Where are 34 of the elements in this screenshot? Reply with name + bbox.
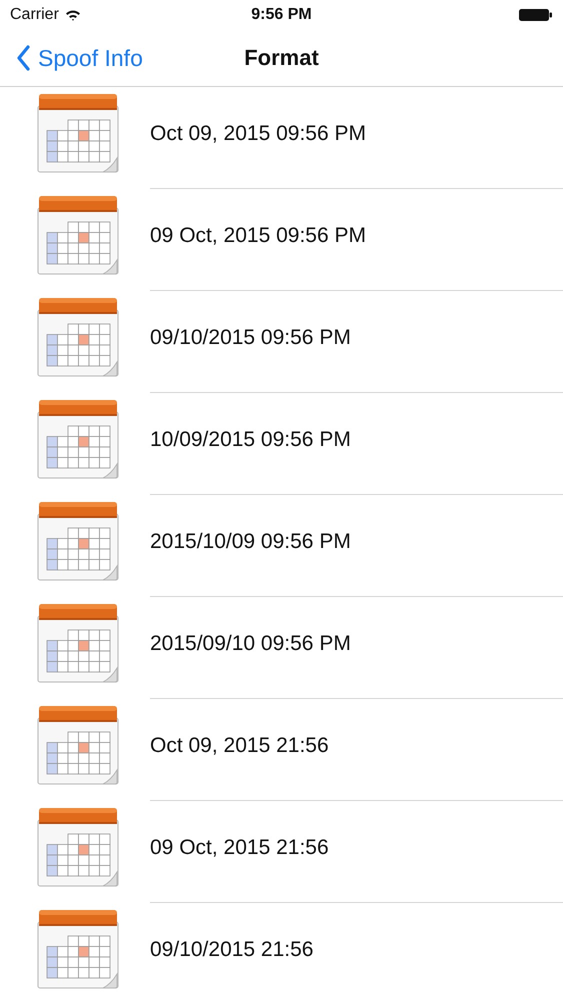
calendar-icon — [37, 194, 119, 276]
list-item[interactable]: 09/10/2015 09:56 PM — [0, 291, 563, 393]
list-item[interactable]: 10/09/2015 09:56 PM — [0, 393, 563, 495]
list-item[interactable]: 09 Oct, 2015 09:56 PM — [0, 189, 563, 291]
calendar-icon — [37, 704, 119, 786]
date-format-label: 2015/10/09 09:56 PM — [150, 530, 351, 554]
chevron-left-icon — [16, 45, 30, 71]
calendar-icon — [37, 908, 119, 990]
calendar-icon — [37, 806, 119, 888]
date-format-label: 09/10/2015 21:56 — [150, 938, 314, 962]
date-format-label: Oct 09, 2015 21:56 — [150, 734, 329, 758]
list-item[interactable]: 09/10/2015 21:56 — [0, 903, 563, 1000]
calendar-icon — [37, 398, 119, 480]
list-item[interactable]: 2015/10/09 09:56 PM — [0, 495, 563, 597]
date-format-label: 2015/09/10 09:56 PM — [150, 632, 351, 656]
status-time: 9:56 PM — [251, 6, 312, 24]
calendar-icon — [37, 500, 119, 582]
list-item[interactable]: 2015/09/10 09:56 PM — [0, 597, 563, 699]
list-item[interactable]: Oct 09, 2015 21:56 — [0, 699, 563, 801]
date-format-label: Oct 09, 2015 09:56 PM — [150, 122, 366, 146]
calendar-icon — [37, 602, 119, 684]
date-format-label: 09 Oct, 2015 21:56 — [150, 836, 329, 860]
nav-title: Format — [244, 45, 319, 71]
date-format-label: 09/10/2015 09:56 PM — [150, 326, 351, 350]
battery-icon — [519, 8, 553, 22]
calendar-icon — [37, 92, 119, 174]
wifi-icon — [64, 9, 81, 21]
list-item[interactable]: 09 Oct, 2015 21:56 — [0, 801, 563, 903]
date-format-label: 09 Oct, 2015 09:56 PM — [150, 224, 366, 248]
list-item[interactable]: Oct 09, 2015 09:56 PM — [0, 87, 563, 189]
carrier-name: Carrier — [10, 6, 59, 24]
calendar-icon — [37, 296, 119, 378]
back-button[interactable]: Spoof Info — [0, 44, 143, 72]
date-format-label: 10/09/2015 09:56 PM — [150, 428, 351, 452]
